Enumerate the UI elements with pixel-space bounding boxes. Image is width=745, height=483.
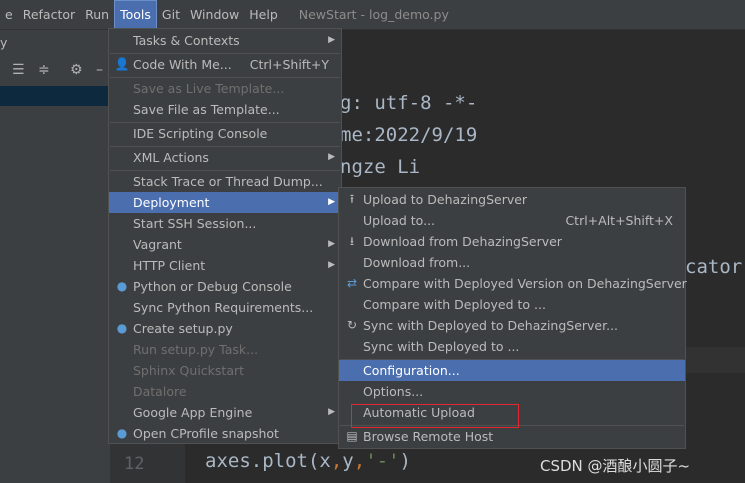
menu-item-deployment[interactable]: Deployment ▶ <box>109 192 341 213</box>
menu-edit[interactable]: e <box>0 0 18 29</box>
menu-item-start-ssh[interactable]: Start SSH Session... <box>109 213 341 234</box>
code-line-time: me:2022/9/19 <box>340 124 478 146</box>
code-token: , <box>330 450 343 472</box>
menu-item-options[interactable]: Options... <box>339 381 685 402</box>
menu-item-download-from-server[interactable]: ⭳ Download from DehazingServer <box>339 231 685 252</box>
tools-menu: Tasks & Contexts ▶ 👤 Code With Me... Ctrl+S… <box>108 28 342 444</box>
menu-item-upload-to-server[interactable]: ⭱ Upload to DehazingServer <box>339 189 685 210</box>
sync-icon: ↻ <box>346 318 358 332</box>
submenu-arrow-icon: ▶ <box>328 197 335 207</box>
menu-item-compare-deployed-server[interactable]: ⇄ Compare with Deployed Version on Dehazi… <box>339 273 687 294</box>
python-icon: ● <box>116 321 128 335</box>
window-title: NewStart - log_demo.py <box>298 7 449 22</box>
project-label: y <box>0 35 8 50</box>
watermark: CSDN @酒酿小圆子~ <box>540 457 691 475</box>
selected-tree-row[interactable] <box>0 86 110 106</box>
code-token: '-' <box>365 450 400 472</box>
annotation-highlight-box <box>351 404 519 428</box>
code-line-fragment: cator <box>685 256 743 278</box>
menu-help[interactable]: Help <box>244 0 283 29</box>
expand-all-icon[interactable]: ☰ <box>12 62 25 78</box>
menu-item-datalore: Datalore <box>133 384 187 399</box>
user-icon: 👤 <box>114 57 130 71</box>
menu-item-stack-trace[interactable]: Stack Trace or Thread Dump... <box>109 171 341 192</box>
code-token: axes.plot(x <box>205 450 331 472</box>
download-icon: ⭳ <box>349 234 355 248</box>
menu-item-configuration[interactable]: Configuration... <box>339 360 685 381</box>
submenu-arrow-icon: ▶ <box>328 35 335 45</box>
menu-item-vagrant[interactable]: Vagrant ▶ <box>109 234 341 255</box>
compare-icon: ⇄ <box>346 276 358 290</box>
code-line-author: ngze Li <box>340 156 421 178</box>
menu-item-google-app-engine[interactable]: Google App Engine ▶ <box>109 402 341 423</box>
submenu-arrow-icon: ▶ <box>328 260 335 270</box>
menu-item-upload-to[interactable]: Upload to... Ctrl+Alt+Shift+X <box>339 210 685 231</box>
server-icon: ▤ <box>346 429 358 443</box>
gutter: 12 <box>110 440 185 483</box>
project-panel <box>0 106 110 483</box>
code-token: y <box>342 450 354 472</box>
menu-item-run-setup-task: Run setup.py Task... <box>133 342 259 357</box>
project-bar: y <box>0 30 110 56</box>
menu-item-code-with-me[interactable]: 👤 Code With Me... Ctrl+Shift+Y <box>109 54 341 75</box>
menu-item-http-client[interactable]: HTTP Client ▶ <box>109 255 341 276</box>
hide-icon[interactable]: – <box>96 62 103 78</box>
menu-item-xml-actions[interactable]: XML Actions ▶ <box>109 147 341 168</box>
line-number: 12 <box>124 454 145 474</box>
menu-item-tasks-contexts[interactable]: Tasks & Contexts ▶ <box>109 30 341 51</box>
menu-item-create-setup[interactable]: ● Create setup.py <box>109 318 341 339</box>
code-token: ) <box>399 450 411 472</box>
menu-item-save-file-template[interactable]: Save File as Template... <box>109 99 341 120</box>
upload-icon: ⭱ <box>349 192 355 206</box>
submenu-arrow-icon: ▶ <box>328 239 335 249</box>
menu-item-sync-requirements[interactable]: Sync Python Requirements... <box>109 297 341 318</box>
code-line-plot: axes.plot(x,y,'-') <box>205 450 411 472</box>
collapse-all-icon[interactable]: ≑ <box>38 62 50 78</box>
menu-git[interactable]: Git <box>157 0 185 29</box>
python-icon: ● <box>116 279 128 293</box>
menu-bar: e Refactor Run Tools Git Window Help New… <box>0 0 745 30</box>
code-token: , <box>353 450 366 472</box>
submenu-arrow-icon: ▶ <box>328 152 335 162</box>
gear-icon[interactable]: ⚙ <box>70 62 83 78</box>
menu-item-sync-deployed-server[interactable]: ↻ Sync with Deployed to DehazingServer... <box>339 315 685 336</box>
menu-item-browse-remote-host[interactable]: ▤ Browse Remote Host <box>339 426 685 447</box>
menu-item-open-cprofile[interactable]: ● Open CProfile snapshot <box>109 423 341 444</box>
menu-window[interactable]: Window <box>185 0 244 29</box>
menu-run[interactable]: Run <box>80 0 114 29</box>
menu-item-python-console[interactable]: ● Python or Debug Console <box>109 276 341 297</box>
menu-tools[interactable]: Tools <box>114 0 157 29</box>
project-toolbar: ☰ ≑ ⚙ – <box>0 56 110 87</box>
code-line-encoding: g: utf-8 -*- <box>340 92 478 114</box>
menu-item-download-from[interactable]: Download from... <box>339 252 685 273</box>
submenu-arrow-icon: ▶ <box>328 407 335 417</box>
python-icon: ● <box>116 426 128 440</box>
menu-item-sync-deployed-to[interactable]: Sync with Deployed to ... <box>339 336 685 357</box>
menu-item-save-live-template: Save as Live Template... <box>133 81 285 96</box>
current-line-highlight <box>684 347 745 373</box>
menu-refactor[interactable]: Refactor <box>18 0 80 29</box>
menu-item-sphinx-quickstart: Sphinx Quickstart <box>133 363 245 378</box>
menu-item-ide-scripting-console[interactable]: IDE Scripting Console <box>109 123 341 144</box>
menu-item-compare-deployed-to[interactable]: Compare with Deployed to ... <box>339 294 685 315</box>
